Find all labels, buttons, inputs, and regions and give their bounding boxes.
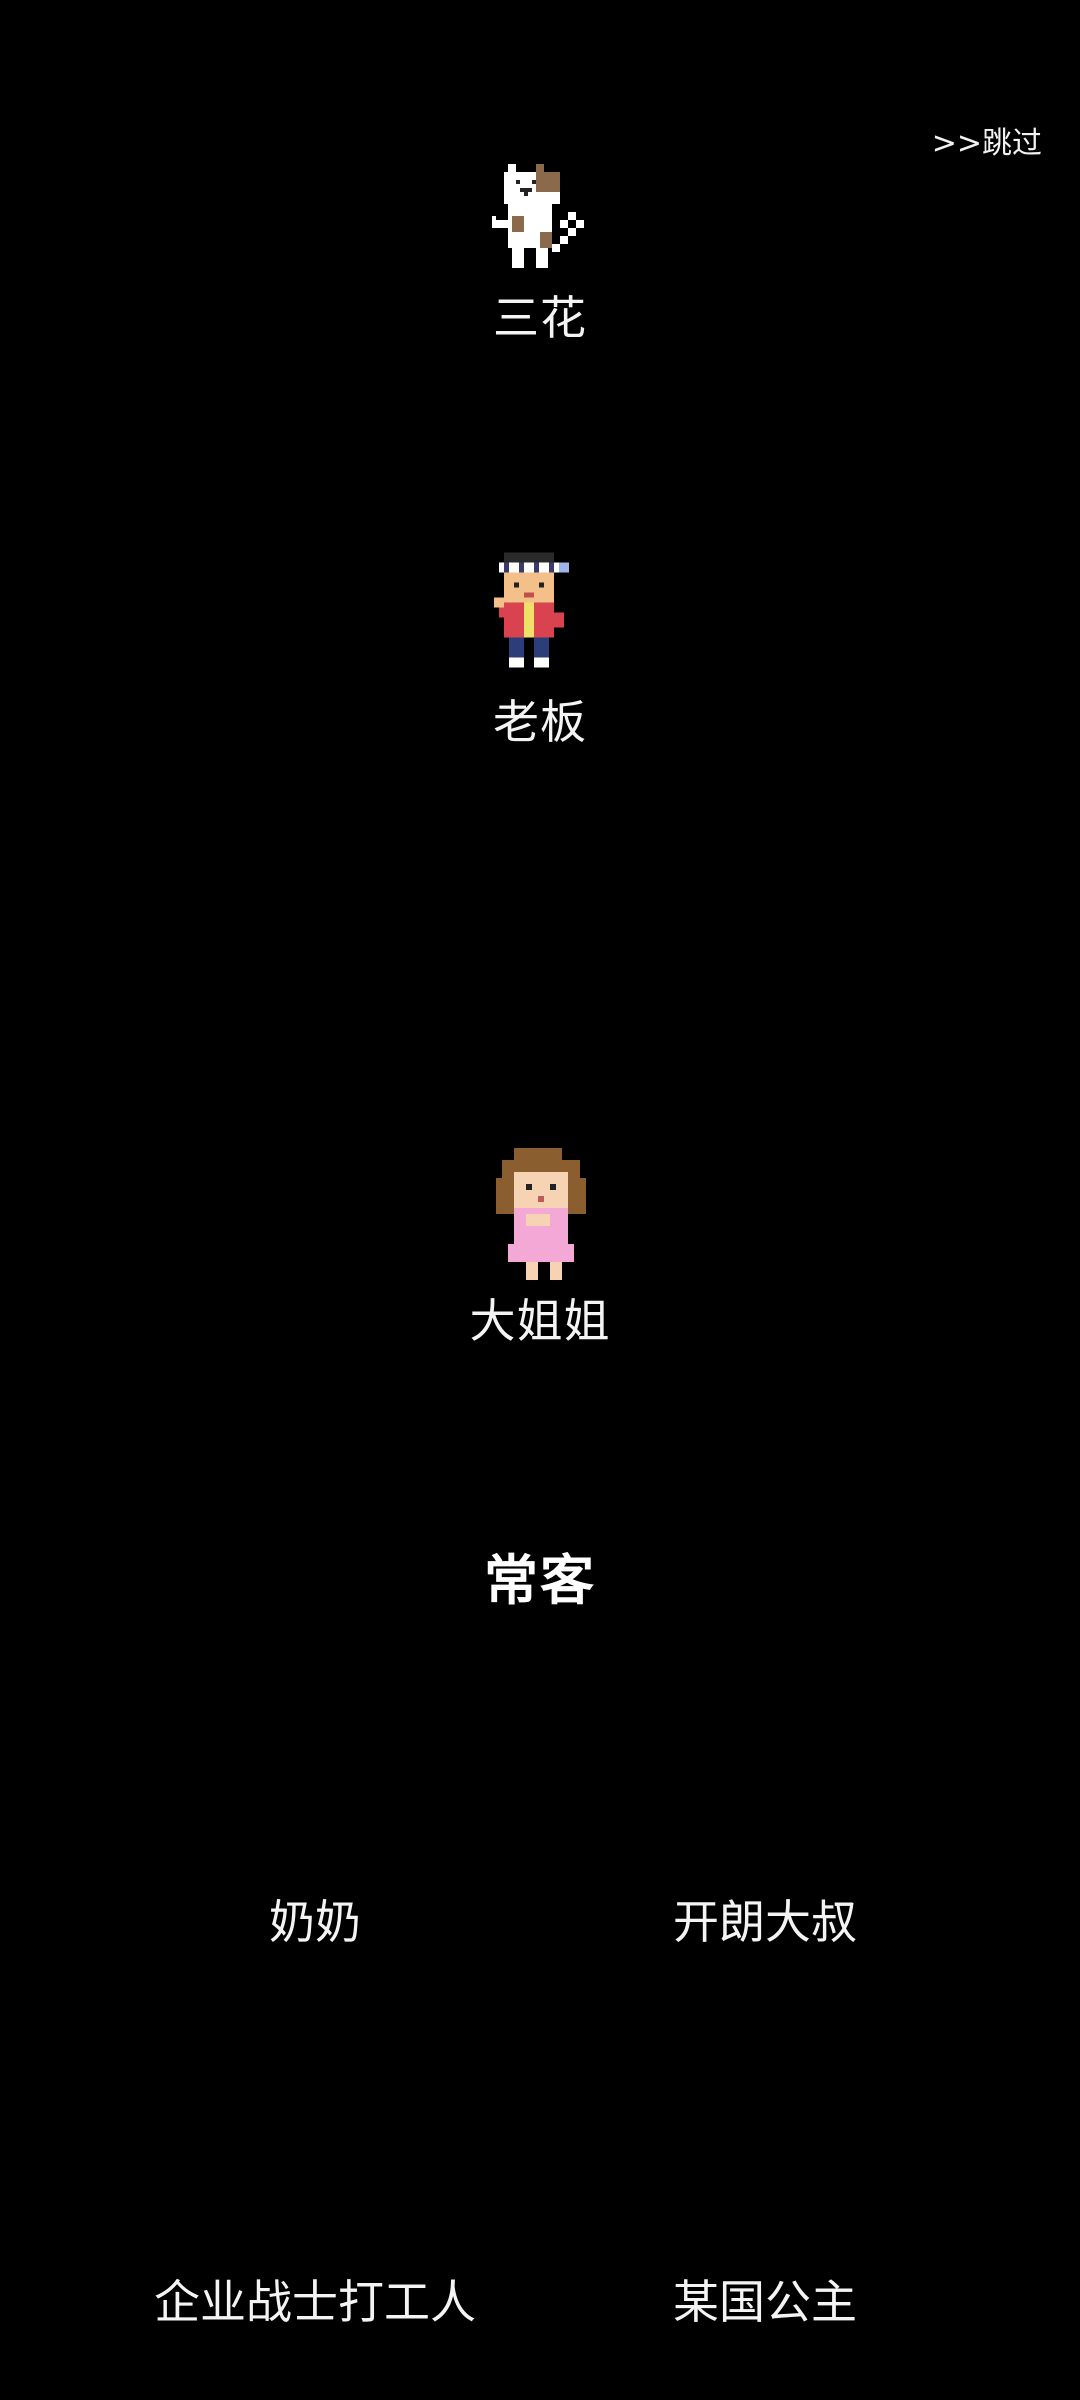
regular-cheerful-uncle: 开朗大叔	[673, 1895, 857, 1949]
boss-icon	[494, 552, 569, 668]
calico-cat-icon	[492, 164, 584, 268]
big-sister-icon	[496, 1148, 586, 1280]
regular-customers-title: 常客	[484, 1549, 596, 1612]
character-name-calico: 三花	[493, 291, 587, 345]
character-name-boss: 老板	[493, 695, 587, 749]
regular-princess: 某国公主	[673, 2275, 857, 2329]
character-name-big-sister: 大姐姐	[469, 1294, 611, 1348]
skip-button[interactable]: >>跳过	[932, 118, 1042, 162]
